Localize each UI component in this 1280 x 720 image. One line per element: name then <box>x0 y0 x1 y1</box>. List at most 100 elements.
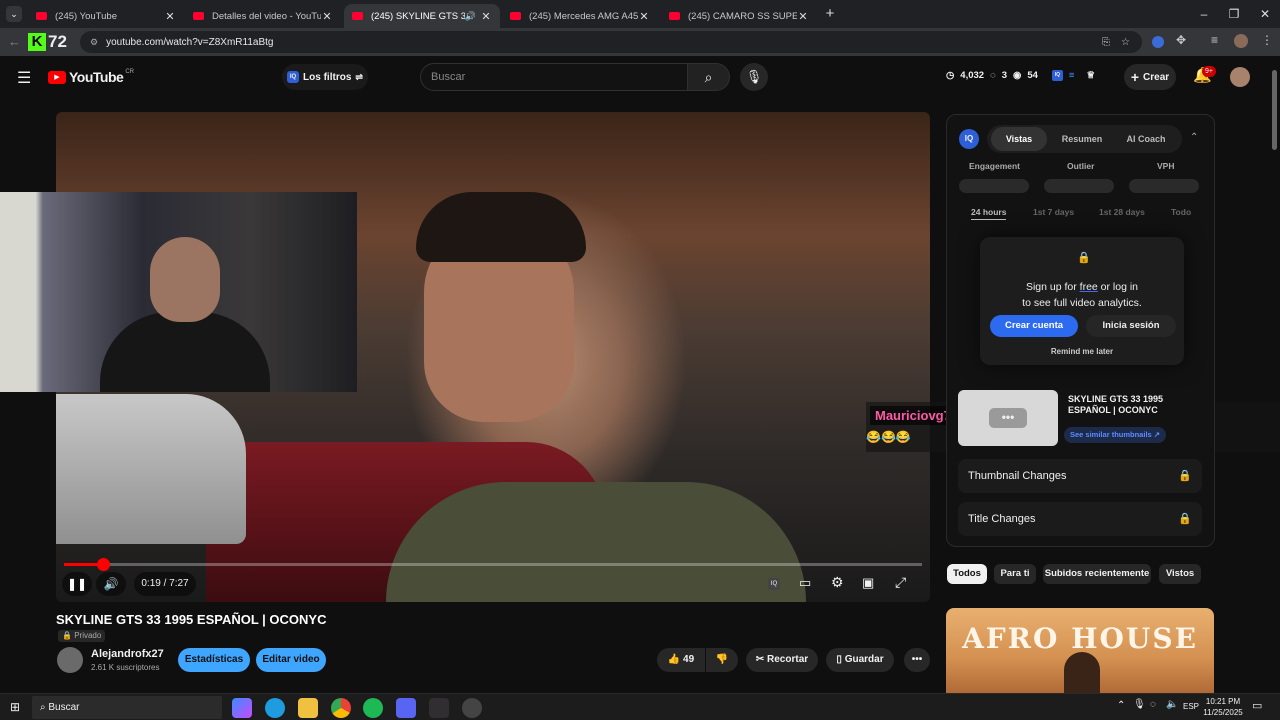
tab-ai-coach[interactable]: AI Coach <box>1115 127 1177 151</box>
theater-mode-icon[interactable]: ▣ <box>862 575 874 591</box>
kick-extension-logo[interactable]: K 72 <box>28 32 74 52</box>
audio-icon[interactable]: 🔊 <box>465 11 476 22</box>
mic-tray-icon[interactable]: 🎙 <box>1133 699 1146 710</box>
thumbnail-changes-row[interactable]: Thumbnail Changes 🔒 <box>958 459 1202 493</box>
free-link[interactable]: free <box>1080 281 1098 293</box>
title-changes-row[interactable]: Title Changes 🔒 <box>958 502 1202 536</box>
login-button[interactable]: Inicia sesión <box>1086 315 1176 337</box>
pause-button[interactable]: ❚❚ <box>62 572 92 596</box>
discord-icon[interactable] <box>396 698 416 718</box>
restore-button[interactable]: ❐ <box>1226 6 1242 22</box>
close-tab-icon[interactable]: ✕ <box>321 10 333 23</box>
edge-icon[interactable] <box>265 698 285 718</box>
close-tab-icon[interactable]: ✕ <box>638 10 650 23</box>
trophy-icon[interactable]: ♕ <box>1086 70 1095 81</box>
filters-button[interactable]: IQ Los filtros ⇌ <box>282 64 368 90</box>
vidiq-player-icon[interactable]: IQ <box>768 578 780 590</box>
thumbnail-person <box>1064 652 1100 693</box>
file-explorer-icon[interactable] <box>298 698 318 718</box>
address-toolbar: ← K 72 ⚙ youtube.com/watch?v=Z8XmR11aBtg… <box>0 28 1280 56</box>
browser-menu-icon[interactable]: ⋮ <box>1261 33 1273 47</box>
taskbar-search[interactable]: ⌕ Buscar <box>32 696 222 719</box>
volume-button[interactable]: 🔊 <box>96 572 126 596</box>
notification-center-icon[interactable]: ▭ <box>1252 699 1262 712</box>
chip-para-ti[interactable]: Para ti <box>994 564 1036 584</box>
browser-tab[interactable]: (245) YouTube ✕ <box>28 4 184 28</box>
sort-icon[interactable]: ≡ <box>1069 70 1075 81</box>
browser-tab-strip: ⌄ (245) YouTube ✕ Detalles del video - You… <box>0 0 1280 28</box>
range-all[interactable]: Todo <box>1171 207 1191 217</box>
windows-start-icon[interactable]: ⊞ <box>10 700 20 714</box>
tab-vistas[interactable]: Vistas <box>991 127 1047 151</box>
search-input[interactable]: Buscar <box>420 63 688 91</box>
fullscreen-icon[interactable]: ⤢ <box>895 574 906 591</box>
install-icon[interactable]: ⎘ <box>1102 37 1110 48</box>
lock-icon: 🔒 <box>1077 252 1091 264</box>
create-account-button[interactable]: Crear cuenta <box>990 315 1078 337</box>
range-7-days[interactable]: 1st 7 days <box>1033 207 1074 217</box>
language-indicator[interactable]: ESP <box>1183 702 1199 711</box>
chip-subidos[interactable]: Subidos recientemente <box>1043 564 1151 584</box>
tray-chevron-icon[interactable]: ⌃ <box>1117 700 1125 711</box>
vidiq-icon[interactable]: IQ <box>1051 70 1063 81</box>
youtube-logo[interactable]: ▶ YouTube CR <box>48 69 134 85</box>
profile-avatar[interactable] <box>1234 34 1248 48</box>
browser-tab[interactable]: (245) Mercedes AMG A45 Revi✕ <box>502 4 658 28</box>
subtitles-icon[interactable]: ▭ <box>799 575 811 591</box>
clock[interactable]: 10:21 PM 11/25/2025 <box>1203 696 1243 718</box>
browser-tab[interactable]: (245) CAMARO SS SUPERCHAR✕ <box>661 4 817 28</box>
back-icon[interactable]: ← <box>8 34 21 49</box>
close-tab-icon[interactable]: ✕ <box>797 10 809 23</box>
close-tab-icon[interactable]: ✕ <box>164 10 176 23</box>
create-button[interactable]: + Crear <box>1124 64 1176 90</box>
settings-gear-icon[interactable]: ⚙ <box>831 574 844 591</box>
network-icon[interactable]: ◌ <box>1150 699 1156 710</box>
browser-tab[interactable]: Detalles del video - YouTube St✕ <box>185 4 341 28</box>
range-28-days[interactable]: 1st 28 days <box>1099 207 1145 217</box>
thumbnail-preview[interactable]: ••• <box>958 390 1058 446</box>
obs-icon[interactable] <box>429 698 449 718</box>
page-scrollbar[interactable] <box>1272 70 1277 150</box>
close-tab-icon[interactable]: ✕ <box>480 10 492 23</box>
steam-icon[interactable] <box>462 698 482 718</box>
close-window-button[interactable]: ✕ <box>1257 6 1273 22</box>
new-tab-button[interactable]: + <box>822 5 838 23</box>
clock-time: 10:21 PM <box>1205 697 1241 706</box>
tab-list-button[interactable]: ⌄ <box>6 6 22 22</box>
chip-todos[interactable]: Todos <box>947 564 987 584</box>
see-similar-thumbnails-button[interactable]: See similar thumbnails ↗ <box>1064 427 1167 443</box>
minimize-button[interactable]: – <box>1196 6 1212 22</box>
site-info-icon[interactable]: ⚙ <box>90 37 98 48</box>
more-actions-button[interactable]: ••• <box>904 648 930 672</box>
bookmark-star-icon[interactable]: ☆ <box>1121 37 1130 48</box>
channel-name[interactable]: Alejandrofx27 <box>91 648 164 660</box>
vpn-extension-icon[interactable] <box>1152 36 1164 48</box>
volume-tray-icon[interactable]: 🔈 <box>1166 699 1178 710</box>
remind-later-link[interactable]: Remind me later <box>980 347 1184 356</box>
channel-avatar[interactable] <box>57 647 83 673</box>
chrome-icon[interactable] <box>331 698 351 718</box>
dislike-button[interactable]: 👎 <box>706 648 738 672</box>
scrubber-handle[interactable] <box>96 558 110 571</box>
spotify-icon[interactable] <box>363 698 383 718</box>
voice-search-button[interactable]: 🎙 <box>740 63 768 91</box>
save-button[interactable]: ▯ Guardar <box>826 648 894 672</box>
range-24-hours[interactable]: 24 hours <box>971 207 1007 220</box>
clip-button[interactable]: ✂ Recortar <box>746 648 818 672</box>
hamburger-menu-icon[interactable]: ☰ <box>17 68 31 88</box>
url-bar[interactable]: ⚙ youtube.com/watch?v=Z8XmR11aBtg ⎘ ☆ <box>80 31 1142 53</box>
account-avatar[interactable] <box>1230 67 1250 87</box>
progress-bar[interactable] <box>64 558 922 571</box>
tab-resumen[interactable]: Resumen <box>1051 127 1113 151</box>
like-button[interactable]: 👍 49 <box>657 648 705 672</box>
edit-video-button[interactable]: Editar video <box>256 648 326 672</box>
recommended-video-thumbnail[interactable]: AFRO HOUSE <box>946 608 1214 693</box>
analytics-button[interactable]: Estadísticas <box>178 648 250 672</box>
reading-list-icon[interactable]: ≡ <box>1211 33 1218 47</box>
search-button[interactable]: ⌕ <box>688 63 730 91</box>
browser-tab[interactable]: (245) SKYLINE GTS 33 1995🔊 ✕ <box>344 4 500 28</box>
collapse-chevron-icon[interactable]: ⌃ <box>1190 132 1198 143</box>
chip-vistos[interactable]: Vistos <box>1159 564 1201 584</box>
copilot-icon[interactable] <box>232 698 252 718</box>
extensions-puzzle-icon[interactable]: ✥ <box>1176 33 1186 47</box>
